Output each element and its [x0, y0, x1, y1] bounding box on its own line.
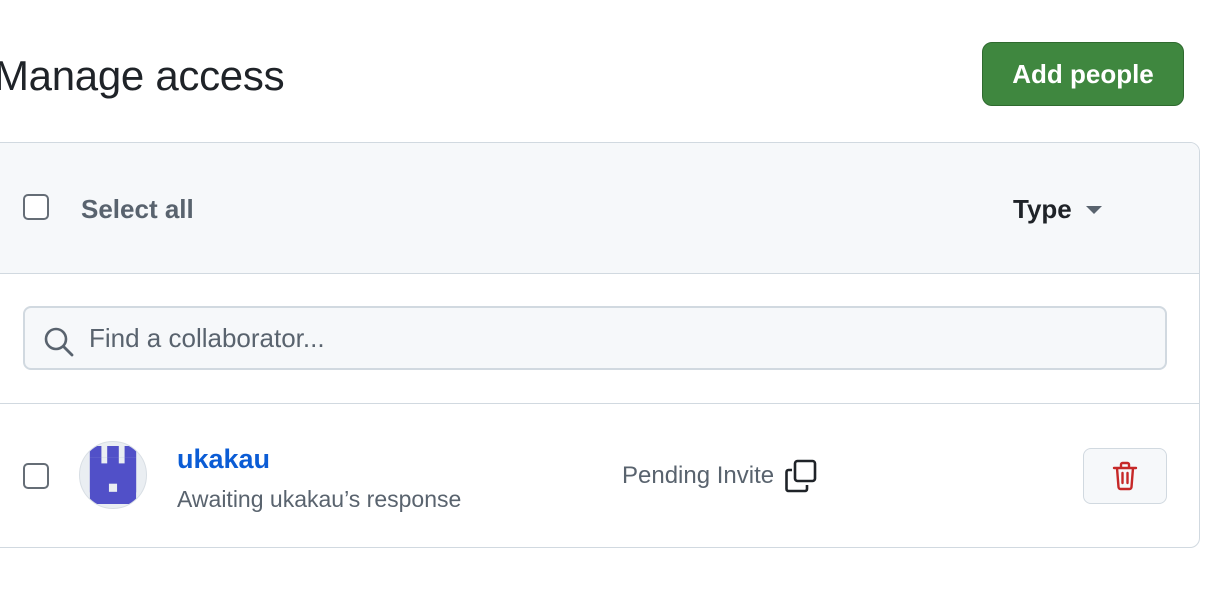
add-people-button[interactable]: Add people — [982, 42, 1184, 106]
select-all-label[interactable]: Select all — [81, 193, 194, 225]
trash-icon — [1112, 461, 1138, 491]
chevron-down-icon — [1085, 206, 1102, 214]
search-box[interactable] — [23, 306, 1167, 370]
copy-icon[interactable] — [784, 459, 818, 493]
pending-invite-status: Pending Invite — [622, 459, 818, 493]
panel-header: Select all Type — [0, 143, 1199, 274]
search-row — [0, 274, 1199, 404]
search-input[interactable] — [89, 308, 1149, 368]
type-filter-dropdown[interactable]: Type — [1013, 191, 1102, 227]
role-label: Pending Invite — [622, 462, 775, 489]
avatar[interactable] — [79, 441, 147, 509]
collaborators-panel: Select all Type Find a collaborator... u… — [0, 142, 1200, 548]
member-username-link[interactable]: ukakau — [177, 442, 270, 476]
type-filter-label: Type — [1013, 193, 1072, 224]
member-status-text: Awaiting ukakau’s response — [177, 486, 462, 512]
page-title: Manage access — [0, 52, 285, 99]
remove-member-button[interactable] — [1083, 448, 1167, 504]
search-icon — [44, 327, 74, 357]
select-all-checkbox[interactable] — [23, 194, 49, 220]
collaborator-row: ukakau Awaiting ukakau’s response Pendin… — [0, 404, 1199, 547]
identicon-avatar — [84, 446, 142, 504]
member-checkbox[interactable] — [23, 463, 49, 489]
